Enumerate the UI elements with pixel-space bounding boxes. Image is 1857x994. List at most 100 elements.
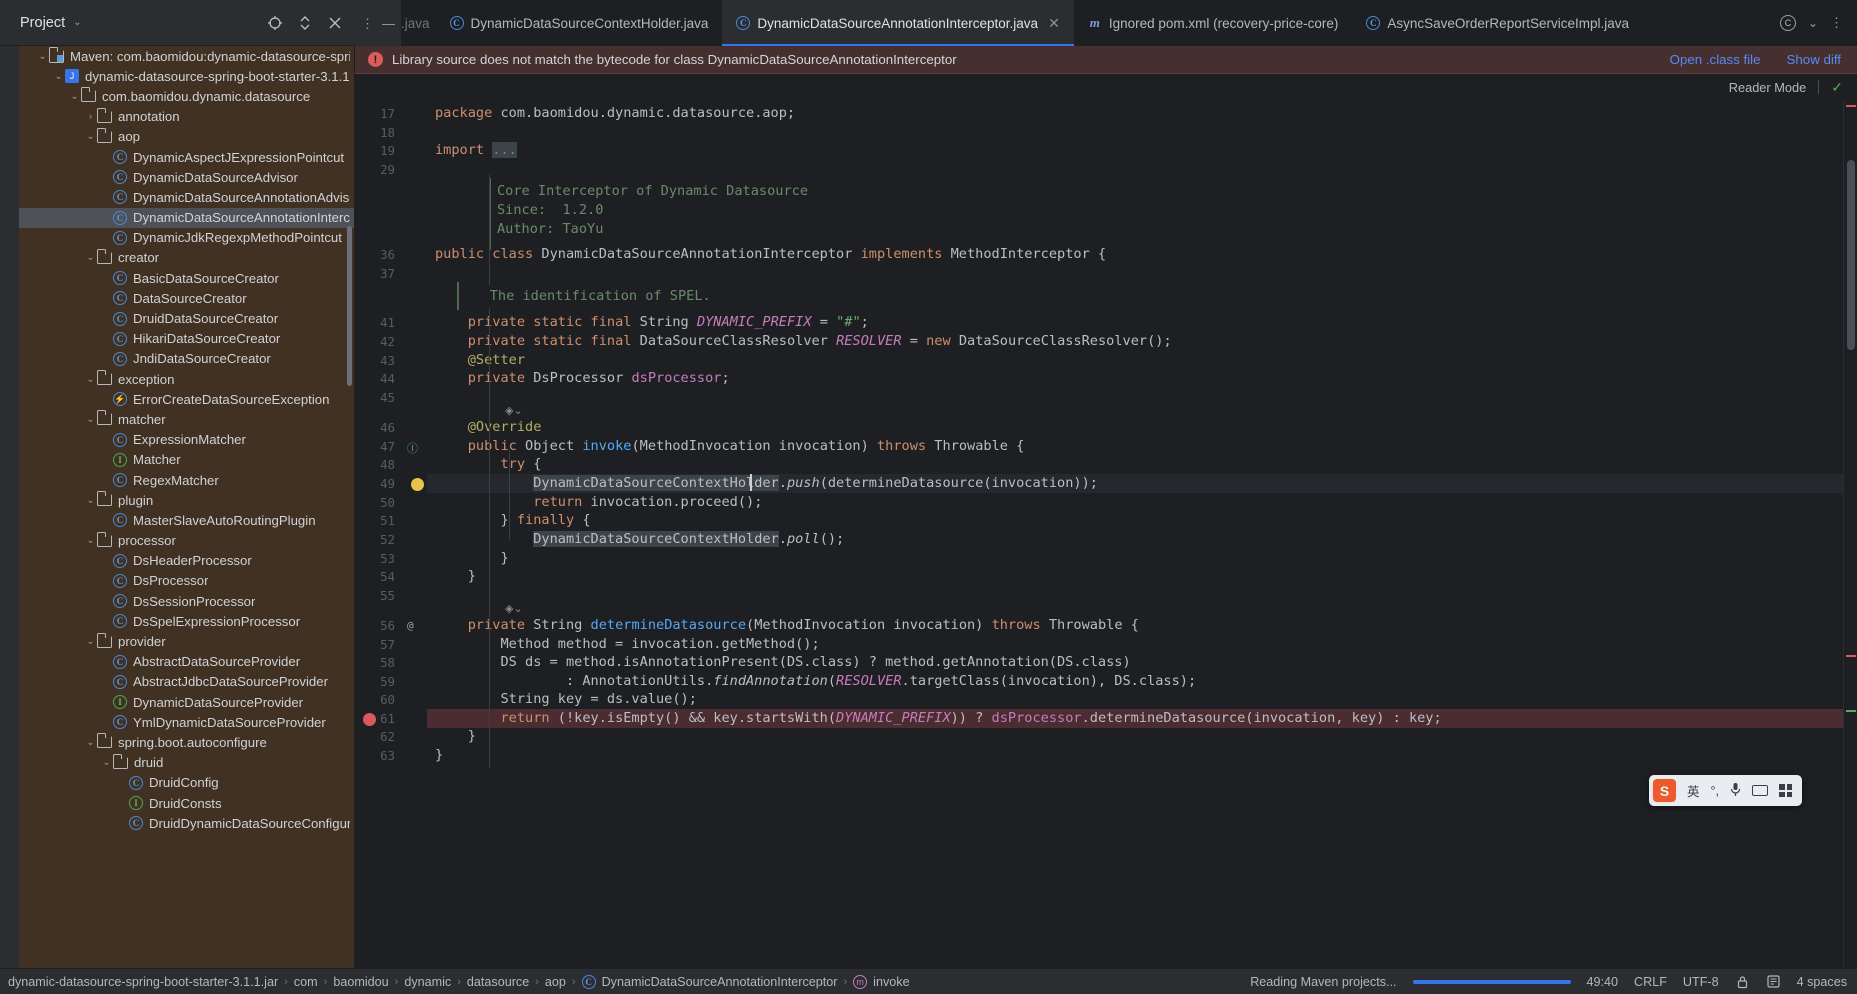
breadcrumb-item[interactable]: datasource: [467, 975, 529, 989]
tree-node[interactable]: ⌄ matcher: [0, 409, 354, 429]
code-line[interactable]: } finally {: [427, 511, 1843, 530]
lock-icon[interactable]: [1735, 974, 1750, 989]
tree-node[interactable]: ›CDsSpelExpressionProcessor: [0, 611, 354, 631]
chevron-down-icon[interactable]: ⌄: [73, 17, 81, 28]
inspection-icon[interactable]: [1766, 974, 1781, 989]
tree-node[interactable]: ›CBasicDataSourceCreator: [0, 268, 354, 288]
code-line[interactable]: DynamicDataSourceContextHolder.poll();: [427, 530, 1843, 549]
code-line[interactable]: Since: 1.2.0: [427, 201, 1843, 220]
code-line[interactable]: [427, 401, 1843, 420]
code-line[interactable]: return invocation.proceed();: [427, 493, 1843, 512]
code-line[interactable]: Author: TaoYu: [427, 220, 1843, 239]
tree-node[interactable]: ›IDynamicDataSourceProvider: [0, 692, 354, 712]
intention-bulb-icon[interactable]: [411, 478, 424, 491]
open-class-file-link[interactable]: Open .class file: [1670, 52, 1761, 67]
code-line[interactable]: import ...: [427, 141, 1843, 160]
chevron-down-icon[interactable]: ⌄: [84, 374, 97, 385]
tree-node[interactable]: ›CExpressionMatcher: [0, 430, 354, 450]
tree-node[interactable]: ›IMatcher: [0, 450, 354, 470]
tree-node[interactable]: ›CDynamicJdkRegexpMethodPointcut: [0, 228, 354, 248]
breadcrumb-item[interactable]: dynamic-datasource-spring-boot-starter-3…: [8, 975, 278, 989]
tab-asyncsaveorderreportserviceimpl[interactable]: C AsyncSaveOrderReportServiceImpl.java: [1352, 0, 1643, 46]
breadcrumb-item[interactable]: com: [294, 975, 318, 989]
chevron-down-icon[interactable]: ⌄: [84, 535, 97, 546]
editor-gutter[interactable]: 17 18 19 29 36 37 41 42 43 44 45 46 47 Ⓘ 48 49 50 51 52 53 5…: [355, 100, 427, 968]
tree-node[interactable]: ›CDynamicDataSourceAdvisor: [0, 167, 354, 187]
chevron-down-icon[interactable]: ⌄: [68, 91, 81, 102]
minimize-icon[interactable]: —: [382, 16, 395, 31]
inspection-ok-icon[interactable]: ✓: [1831, 79, 1843, 96]
editor-scrollbar-thumb[interactable]: [1847, 160, 1855, 350]
ime-floating-toolbar[interactable]: S 英 °,: [1649, 775, 1802, 806]
indent-setting[interactable]: 4 spaces: [1797, 975, 1847, 989]
tree-node[interactable]: ›CHikariDataSourceCreator: [0, 329, 354, 349]
code-line[interactable]: : AnnotationUtils.findAnnotation(RESOLVE…: [427, 672, 1843, 691]
tree-node[interactable]: ›IDruidConsts: [0, 793, 354, 813]
tab-dynamicdatasourcecontextholder[interactable]: C DynamicDataSourceContextHolder.java: [435, 0, 723, 46]
breadcrumb-item[interactable]: baomidou: [333, 975, 388, 989]
tree-node[interactable]: ⌄ druid: [0, 753, 354, 773]
code-line[interactable]: public Object invoke(MethodInvocation in…: [427, 437, 1843, 456]
tree-node[interactable]: ›CDsProcessor: [0, 571, 354, 591]
file-encoding[interactable]: UTF-8: [1683, 975, 1719, 989]
locate-icon[interactable]: [266, 14, 283, 31]
tree-node[interactable]: ›CYmlDynamicDataSourceProvider: [0, 712, 354, 732]
sidebar-scrollbar[interactable]: [347, 226, 352, 386]
code-line[interactable]: }: [427, 567, 1843, 586]
editor-text-area[interactable]: package com.baomidou.dynamic.datasource.…: [427, 100, 1843, 968]
more-options-icon[interactable]: ⋮: [1830, 15, 1843, 31]
implementing-method-icon[interactable]: Ⓘ: [407, 440, 418, 456]
tree-node[interactable]: ⌄ Maven: com.baomidou:dynamic-datasource-…: [0, 46, 354, 66]
tab-dynamicdatasourceannotationinterceptor[interactable]: C DynamicDataSourceAnnotationInterceptor…: [722, 0, 1075, 46]
tree-node[interactable]: ›⚡ErrorCreateDataSourceException: [0, 389, 354, 409]
code-line[interactable]: [427, 160, 1843, 179]
caret-position[interactable]: 49:40: [1587, 975, 1619, 989]
error-marker[interactable]: [1846, 655, 1856, 657]
tree-node[interactable]: ›CDsHeaderProcessor: [0, 551, 354, 571]
project-tree-panel[interactable]: ⌄ Maven: com.baomidou:dynamic-datasource-…: [0, 46, 355, 968]
code-line[interactable]: try {: [427, 455, 1843, 474]
microphone-icon[interactable]: [1730, 782, 1741, 800]
code-line[interactable]: return (!key.isEmpty() && key.startsWith…: [427, 709, 1843, 728]
breadcrumb-item[interactable]: aop: [545, 975, 566, 989]
tree-node[interactable]: ⌄ spring.boot.autoconfigure: [0, 732, 354, 752]
tree-node[interactable]: ⌄ com.baomidou.dynamic.datasource: [0, 86, 354, 106]
tree-node[interactable]: ›CDynamicDataSourceAnnotationAdvisor: [0, 187, 354, 207]
tree-node[interactable]: ›CDruidDataSourceCreator: [0, 308, 354, 328]
sogou-logo-icon[interactable]: S: [1653, 779, 1676, 802]
code-line[interactable]: public class DynamicDataSourceAnnotation…: [427, 245, 1843, 264]
tree-node[interactable]: ⌄ plugin: [0, 490, 354, 510]
chevron-down-icon[interactable]: ⌄: [100, 757, 113, 768]
code-line[interactable]: }: [427, 727, 1843, 746]
tree-node[interactable]: ›CDruidConfig: [0, 773, 354, 793]
coverage-icon[interactable]: C: [1779, 15, 1796, 31]
error-marker[interactable]: [1846, 105, 1856, 107]
tree-node[interactable]: ›CDsSessionProcessor: [0, 591, 354, 611]
show-diff-link[interactable]: Show diff: [1787, 52, 1841, 67]
code-line[interactable]: private static final DataSourceClassReso…: [427, 332, 1843, 351]
breakpoint-icon[interactable]: [363, 713, 376, 726]
code-line[interactable]: DS ds = method.isAnnotationPresent(DS.cl…: [427, 653, 1843, 672]
code-line[interactable]: String key = ds.value();: [427, 690, 1843, 709]
line-separator[interactable]: CRLF: [1634, 975, 1667, 989]
code-line[interactable]: [427, 599, 1843, 618]
tree-node[interactable]: ›CDruidDynamicDataSourceConfiguration: [0, 813, 354, 833]
expand-collapse-icon[interactable]: [296, 14, 313, 31]
code-line[interactable]: [427, 123, 1843, 142]
annotation-gutter-icon[interactable]: @: [407, 619, 414, 632]
keyboard-icon[interactable]: [1752, 785, 1768, 796]
more-options-icon[interactable]: ⋮: [361, 17, 374, 30]
code-line[interactable]: @Setter: [427, 351, 1843, 370]
chevron-down-icon[interactable]: ⌄: [1808, 16, 1818, 30]
editor-right-rail[interactable]: [1843, 100, 1857, 968]
code-line[interactable]: The identification of SPEL.: [427, 287, 1843, 306]
tree-node[interactable]: ⌄ creator: [0, 248, 354, 268]
tree-node[interactable]: ⌄ exception: [0, 369, 354, 389]
tree-node[interactable]: ›CJndiDataSourceCreator: [0, 349, 354, 369]
code-line[interactable]: }: [427, 549, 1843, 568]
chevron-down-icon[interactable]: ⌄: [52, 71, 65, 82]
ime-language-label[interactable]: 英: [1687, 781, 1700, 800]
code-line[interactable]: package com.baomidou.dynamic.datasource.…: [427, 104, 1843, 123]
reader-mode-label[interactable]: Reader Mode: [1729, 80, 1807, 95]
code-line[interactable]: private DsProcessor dsProcessor;: [427, 369, 1843, 388]
